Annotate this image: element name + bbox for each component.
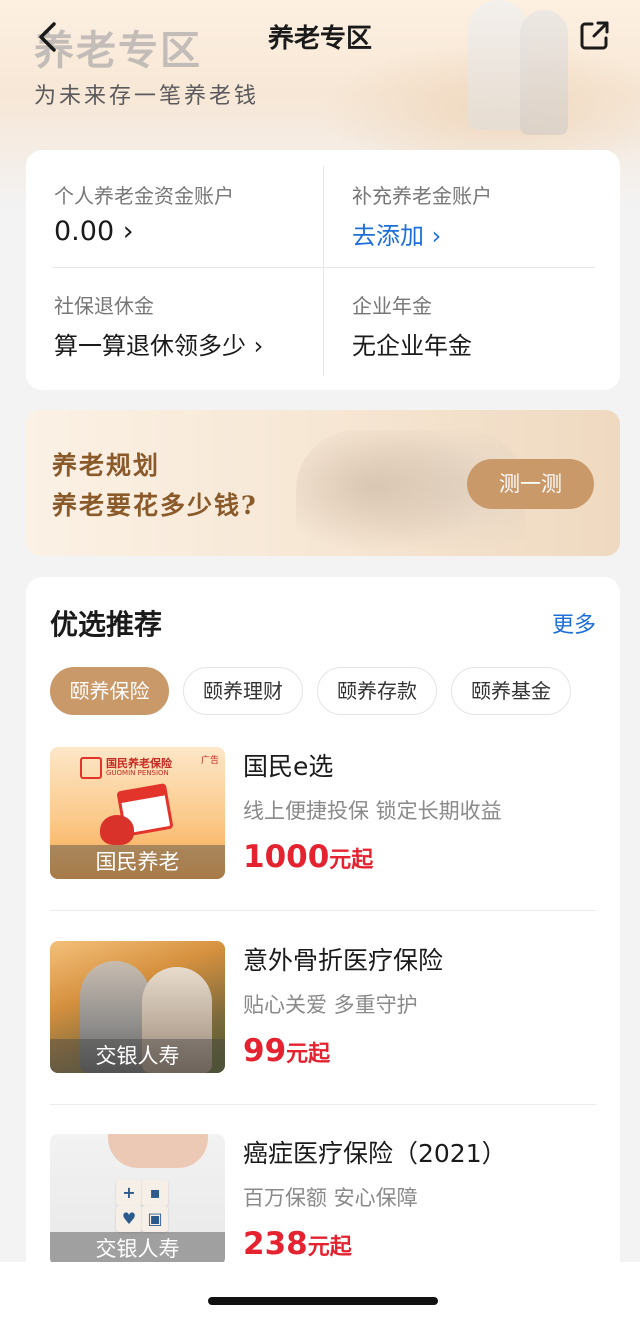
ad-badge: 广告	[200, 756, 219, 766]
product-name: 癌症医疗保险（2021）	[243, 1139, 507, 1168]
personal-pension-account[interactable]: 个人养老金资金账户 0.00 ›	[54, 150, 324, 260]
calculate-retirement-link[interactable]: 算一算退休领多少 ›	[54, 326, 263, 361]
price-unit: 元起	[286, 1042, 331, 1067]
add-supplement-link[interactable]: 去添加 ›	[352, 216, 441, 251]
guomin-logo-icon	[80, 757, 102, 779]
tab-wealth[interactable]: 颐养理财	[183, 667, 303, 715]
product-description: 百万保额 安心保障	[243, 1186, 418, 1210]
test-button[interactable]: 测一测	[467, 459, 594, 509]
enterprise-annuity: 企业年金 无企业年金	[352, 260, 622, 370]
product-item[interactable]: + ▪ ♥ ▣ 交银人寿 癌症医疗保险（2021） 百万保额 安心保障 238元…	[50, 1134, 596, 1268]
product-thumbnail: 交银人寿	[50, 941, 225, 1073]
pension-accounts-card: 个人养老金资金账户 0.00 › 补充养老金账户 去添加 › 社保退休金 算一算…	[26, 150, 620, 390]
product-provider: 国民养老	[50, 845, 225, 879]
tab-insurance[interactable]: 颐养保险	[50, 667, 169, 715]
price-amount: 1000	[243, 839, 330, 875]
divider	[50, 1104, 596, 1105]
header-subtitle: 为未来存一笔养老钱	[34, 84, 260, 109]
medical-kit-icon: ▣	[142, 1206, 168, 1232]
product-thumbnail: + ▪ ♥ ▣ 交银人寿	[50, 1134, 225, 1266]
product-item[interactable]: 交银人寿 意外骨折医疗保险 贴心关爱 多重守护 99元起	[50, 941, 596, 1075]
product-price: 238元起	[243, 1226, 352, 1262]
banner-title: 养老规划	[52, 451, 161, 480]
product-description: 线上便捷投保 锁定长期收益	[243, 799, 502, 823]
document-icon: ▪	[142, 1180, 168, 1206]
share-button[interactable]	[578, 18, 612, 52]
tab-fund[interactable]: 颐养基金	[451, 667, 571, 715]
bottom-safe-area	[0, 1262, 640, 1319]
product-name: 意外骨折医疗保险	[243, 946, 444, 975]
product-item[interactable]: 国民养老保险 GUOMIN PENSION 广告 国民养老 国民e选 线上便捷投…	[50, 747, 596, 881]
section-title: 优选推荐	[50, 608, 163, 641]
enterprise-annuity-value: 无企业年金	[352, 332, 472, 360]
personal-pension-balance: 0.00 ›	[54, 216, 134, 247]
money-bag-icon	[100, 815, 134, 845]
product-thumbnail: 国民养老保险 GUOMIN PENSION 广告 国民养老	[50, 747, 225, 879]
social-security-pension[interactable]: 社保退休金 算一算退休领多少 ›	[54, 260, 324, 370]
recommend-section: 优选推荐 更多 颐养保险 颐养理财 颐养存款 颐养基金 国民养老保险 GUOMI…	[26, 577, 620, 1277]
pension-planning-banner[interactable]: 养老规划 养老要花多少钱? 测一测	[26, 410, 620, 556]
enterprise-annuity-label: 企业年金	[352, 294, 432, 318]
personal-pension-label: 个人养老金资金账户	[54, 184, 234, 208]
brand-logo-subtext: GUOMIN PENSION	[106, 769, 169, 777]
banner-question: 养老要花多少钱?	[52, 491, 258, 520]
price-unit: 元起	[307, 1235, 352, 1260]
social-security-label: 社保退休金	[54, 294, 154, 318]
price-unit: 元起	[329, 848, 374, 873]
medical-cross-icon: +	[116, 1180, 142, 1206]
supplement-pension-account[interactable]: 补充养老金账户 去添加 ›	[352, 150, 622, 260]
tab-deposit[interactable]: 颐养存款	[317, 667, 437, 715]
share-external-icon	[580, 21, 609, 50]
product-name: 国民e选	[243, 752, 334, 781]
divider	[50, 910, 596, 911]
price-amount: 99	[243, 1033, 287, 1069]
page-title: 养老专区	[267, 24, 372, 54]
product-price: 99元起	[243, 1033, 330, 1069]
product-price: 1000元起	[243, 839, 373, 875]
product-provider: 交银人寿	[50, 1232, 225, 1266]
price-amount: 238	[243, 1226, 308, 1262]
product-provider: 交银人寿	[50, 1039, 225, 1073]
product-description: 贴心关爱 多重守护	[243, 993, 418, 1017]
heart-icon: ♥	[116, 1206, 142, 1232]
more-link[interactable]: 更多	[552, 607, 596, 639]
hand-image	[108, 1134, 208, 1168]
supplement-pension-label: 补充养老金账户	[352, 184, 492, 208]
home-indicator[interactable]	[208, 1297, 438, 1305]
